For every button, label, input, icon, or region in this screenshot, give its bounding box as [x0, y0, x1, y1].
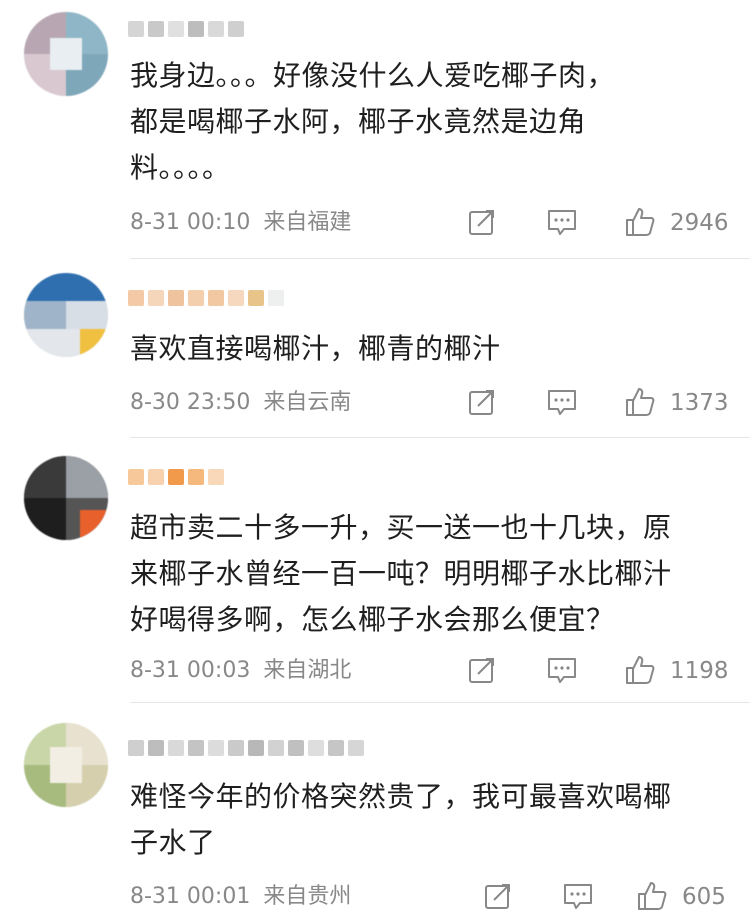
comment-item: 喜欢直接喝椰汁，椰青的椰汁 8-30 23:50 来自云南 1373 — [0, 259, 750, 437]
comment-text: 超市卖二十多一升，买一送一也十几块，原 来椰子水曾经一百一吨？明明椰子水比椰汁 … — [130, 511, 672, 636]
avatar[interactable] — [24, 12, 108, 96]
comment-meta: 8-31 00:03 来自湖北 — [130, 656, 351, 686]
comment-time: 8-30 23:50 — [130, 390, 251, 415]
comment-actions: 1373 — [466, 386, 736, 420]
avatar[interactable] — [24, 273, 108, 357]
comment-item: 难怪今年的价格突然贵了，我可最喜欢喝椰 子水了 8-31 00:01 来自贵州 … — [0, 703, 750, 922]
comment-actions: 2946 — [466, 206, 736, 240]
comment-text: 难怪今年的价格突然贵了，我可最喜欢喝椰 子水了 — [130, 780, 672, 859]
comment-location: 来自云南 — [263, 390, 352, 415]
like-icon[interactable] — [624, 654, 656, 686]
like-icon[interactable] — [624, 386, 656, 418]
comment-time: 8-31 00:03 — [130, 658, 251, 683]
like-count: 2946 — [670, 210, 729, 236]
comment-item: 我身边。。。好像没什么人爱吃椰子肉， 都是喝椰子水阿，椰子水竟然是边角 料。。。… — [0, 0, 750, 258]
repost-icon[interactable] — [466, 206, 498, 238]
username-blurred[interactable] — [128, 464, 224, 490]
comment-meta: 8-30 23:50 来自云南 — [130, 388, 351, 418]
comment-meta: 8-31 00:10 来自福建 — [130, 208, 351, 238]
like-icon[interactable] — [624, 206, 656, 238]
comment-text: 喜欢直接喝椰汁，椰青的椰汁 — [130, 332, 501, 365]
comment-time: 8-31 00:01 — [130, 884, 251, 909]
comment-icon[interactable] — [546, 206, 578, 238]
comment-meta: 8-31 00:01 来自贵州 — [130, 882, 351, 912]
like-count: 1198 — [670, 658, 729, 684]
comment-icon[interactable] — [546, 386, 578, 418]
avatar[interactable] — [24, 456, 108, 540]
like-count: 1373 — [670, 390, 729, 416]
comment-time: 8-31 00:10 — [130, 210, 251, 235]
like-icon[interactable] — [636, 880, 668, 912]
username-blurred[interactable] — [128, 16, 244, 42]
comment-location: 来自福建 — [263, 210, 352, 235]
comment-actions: 1198 — [466, 654, 736, 688]
username-blurred[interactable] — [128, 285, 284, 311]
username-blurred[interactable] — [128, 735, 364, 761]
repost-icon[interactable] — [466, 386, 498, 418]
like-count: 605 — [682, 884, 726, 910]
comment-text: 我身边。。。好像没什么人爱吃椰子肉， 都是喝椰子水阿，椰子水竟然是边角 料。。。… — [130, 59, 616, 184]
repost-icon[interactable] — [482, 880, 514, 912]
comment-item: 超市卖二十多一升，买一送一也十几块，原 来椰子水曾经一百一吨？明明椰子水比椰汁 … — [0, 438, 750, 702]
comment-location: 来自贵州 — [263, 884, 352, 909]
repost-icon[interactable] — [466, 654, 498, 686]
comment-location: 来自湖北 — [263, 658, 352, 683]
comment-actions: 605 — [482, 880, 750, 914]
comment-icon[interactable] — [546, 654, 578, 686]
comment-icon[interactable] — [562, 880, 594, 912]
avatar[interactable] — [24, 723, 108, 807]
